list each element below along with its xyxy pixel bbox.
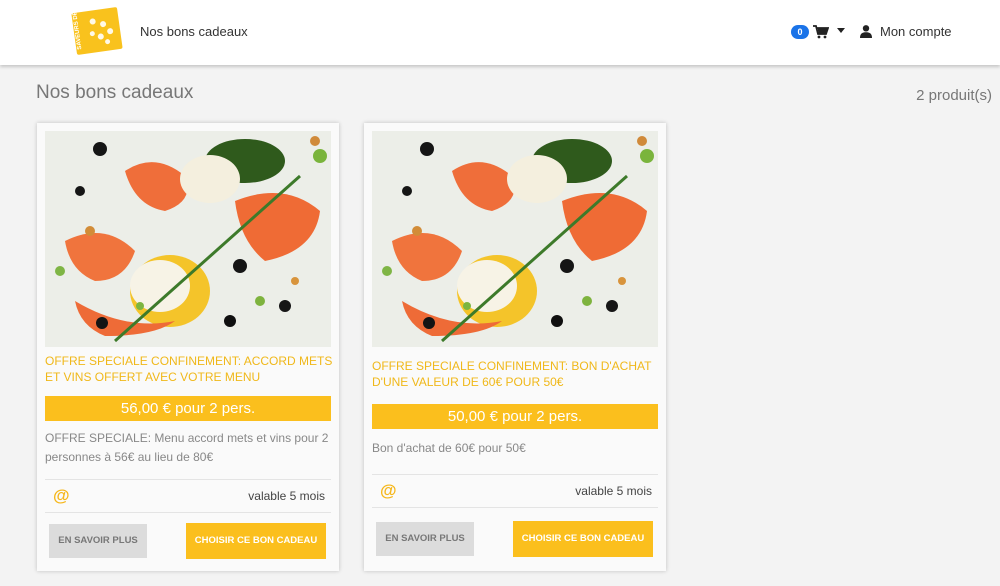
learn-more-button[interactable]: EN SAVOIR PLUS	[376, 522, 474, 556]
product-description: Bon d'achat de 60€ pour 50€	[372, 441, 526, 455]
learn-more-button[interactable]: EN SAVOIR PLUS	[49, 524, 147, 558]
top-navbar: SAVEURS DES GRANDS CRUS Nos bons cadeaux…	[0, 0, 1000, 65]
cart-count-badge: 0	[791, 25, 809, 39]
at-sign-icon: @	[380, 481, 397, 500]
product-image[interactable]	[45, 131, 331, 347]
product-count: 2 produit(s)	[916, 87, 992, 104]
price-bar: 50,00 € pour 2 pers.	[372, 404, 658, 429]
price-bar: 56,00 € pour 2 pers.	[45, 396, 331, 421]
nav-link-gift-vouchers[interactable]: Nos bons cadeaux	[140, 24, 248, 39]
product-title[interactable]: OFFRE SPECIALE CONFINEMENT: ACCORD METS …	[45, 353, 333, 385]
choose-gift-voucher-button[interactable]: CHOISIR CE BON CADEAU	[186, 523, 326, 559]
validity-row: @ valable 5 mois	[372, 474, 658, 508]
product-description: OFFRE SPECIALE: Menu accord mets et vins…	[45, 431, 329, 464]
choose-gift-voucher-button[interactable]: CHOISIR CE BON CADEAU	[513, 521, 653, 557]
account-link[interactable]: Mon compte	[860, 24, 952, 39]
product-title[interactable]: OFFRE SPECIALE CONFINEMENT: BON D'ACHAT …	[372, 358, 660, 390]
user-icon	[860, 25, 872, 38]
validity-text: valable 5 mois	[248, 489, 325, 503]
chevron-down-icon	[837, 28, 845, 33]
product-image[interactable]	[372, 131, 658, 347]
validity-text: valable 5 mois	[575, 484, 652, 498]
account-label: Mon compte	[880, 24, 952, 39]
at-sign-icon: @	[53, 486, 70, 505]
page-title: Nos bons cadeaux	[36, 82, 194, 103]
cart-dropdown[interactable]: 0	[791, 23, 845, 41]
product-card: OFFRE SPECIALE CONFINEMENT: BON D'ACHAT …	[364, 123, 666, 571]
logo[interactable]: SAVEURS DES GRANDS CRUS	[70, 7, 124, 55]
shopping-cart-icon	[813, 25, 829, 39]
product-card: OFFRE SPECIALE CONFINEMENT: ACCORD METS …	[37, 123, 339, 571]
validity-row: @ valable 5 mois	[45, 479, 331, 513]
